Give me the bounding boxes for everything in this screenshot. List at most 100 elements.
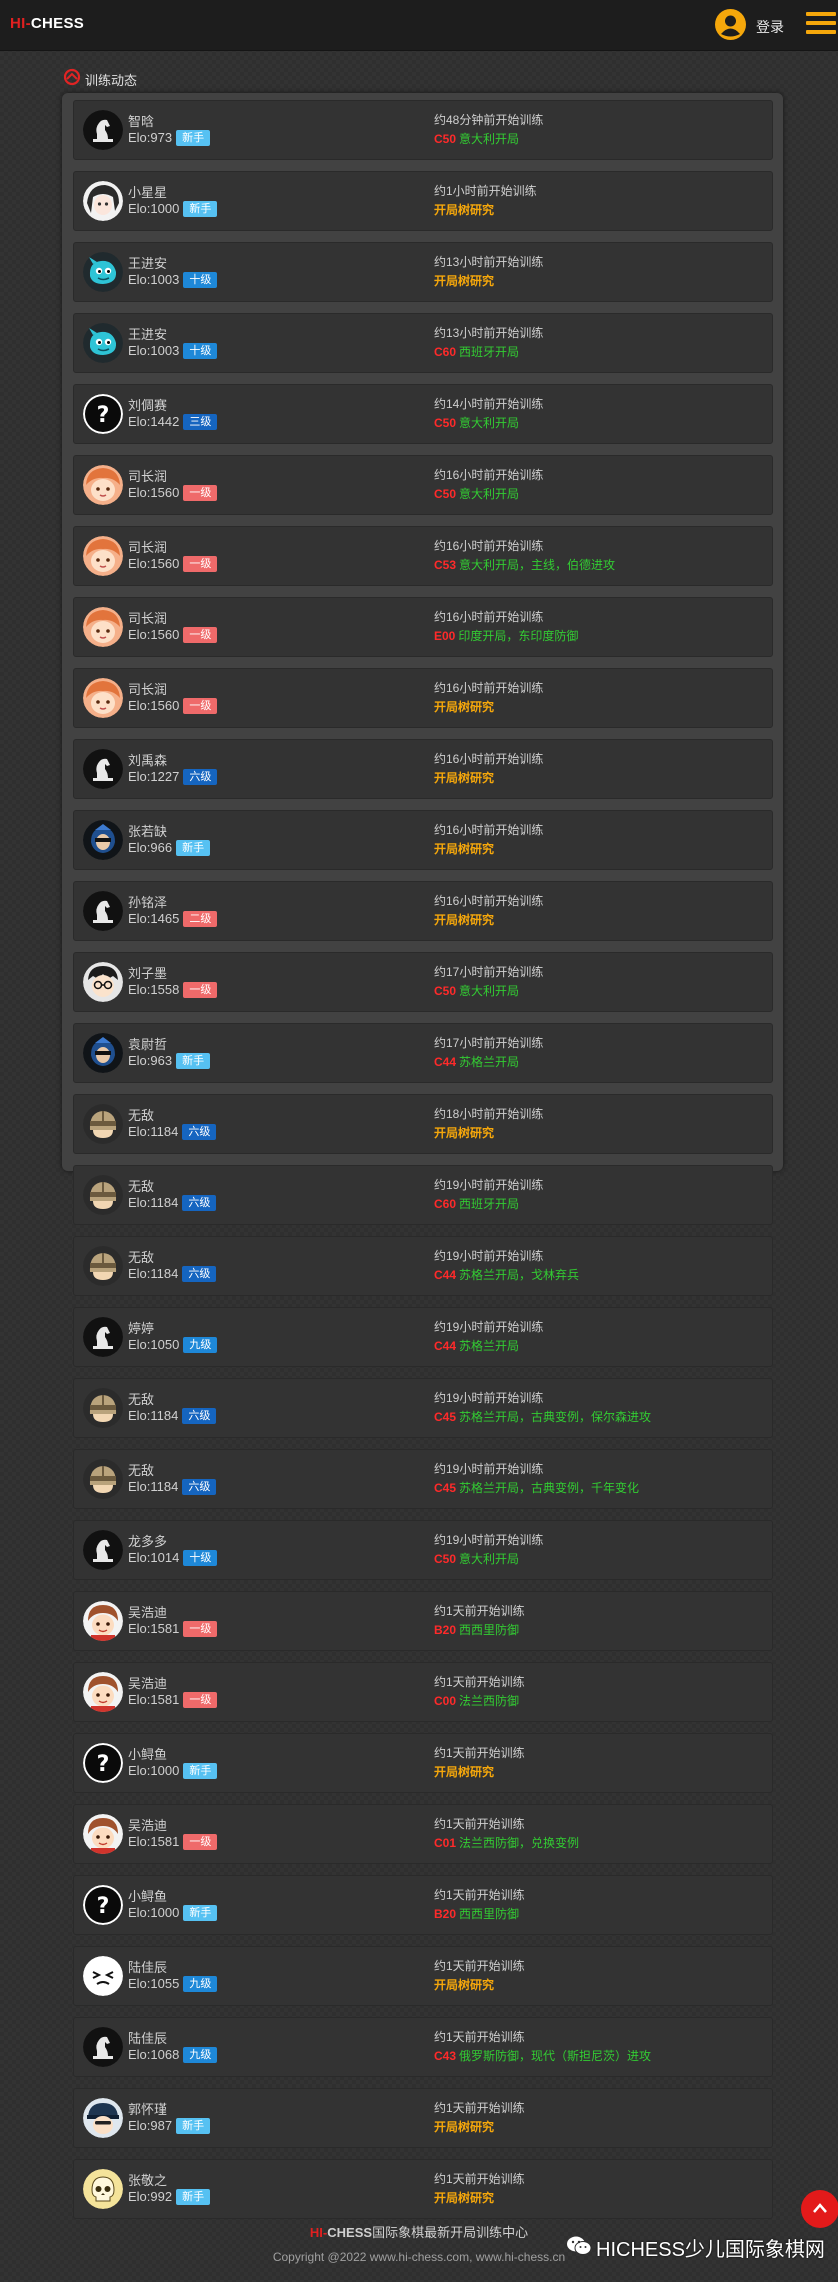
training-record-card[interactable]: 张若缺 Elo:966 新手 约16小时前开始训练 开局树研究 xyxy=(73,810,773,870)
avatar[interactable]: ? xyxy=(83,1743,123,1783)
player-name[interactable]: 陆佳辰 xyxy=(128,2028,167,2047)
hamburger-menu-icon[interactable] xyxy=(806,12,836,34)
training-record-card[interactable]: 张敬之 Elo:992 新手 约1天前开始训练 开局树研究 xyxy=(73,2159,773,2219)
player-name[interactable]: 无敌 xyxy=(128,1389,154,1408)
opening-info[interactable]: C44 苏格兰开局 xyxy=(434,1337,519,1354)
opening-info[interactable]: C01 法兰西防御，兑换变例 xyxy=(434,1834,579,1851)
player-name[interactable]: 无敌 xyxy=(128,1247,154,1266)
opening-info[interactable]: C45 苏格兰开局，古典变例，千年变化 xyxy=(434,1479,639,1496)
opening-info[interactable]: 开局树研究 xyxy=(434,1976,494,1993)
opening-info[interactable]: 开局树研究 xyxy=(434,1763,494,1780)
training-record-card[interactable]: 司长润 Elo:1560 一级 约16小时前开始训练 E00 印度开局，东印度防御 xyxy=(73,597,773,657)
opening-info[interactable]: C45 苏格兰开局，古典变例，保尔森进攻 xyxy=(434,1408,651,1425)
opening-info[interactable]: 开局树研究 xyxy=(434,201,494,218)
avatar[interactable] xyxy=(83,1530,123,1570)
player-name[interactable]: 刘禹森 xyxy=(128,750,167,769)
avatar[interactable] xyxy=(83,1175,123,1215)
training-record-card[interactable]: 陆佳辰 Elo:1068 九级 约1天前开始训练 C43 俄罗斯防御，现代（斯担尼茨）进攻 xyxy=(73,2017,773,2077)
player-name[interactable]: 张若缺 xyxy=(128,821,167,840)
player-name[interactable]: 刘倜赛 xyxy=(128,395,167,414)
opening-info[interactable]: 开局树研究 xyxy=(434,2118,494,2135)
opening-info[interactable]: 开局树研究 xyxy=(434,769,494,786)
player-name[interactable]: 小鲟鱼 xyxy=(128,1886,167,1905)
avatar[interactable] xyxy=(83,1388,123,1428)
player-name[interactable]: 司长润 xyxy=(128,608,167,627)
opening-info[interactable]: 开局树研究 xyxy=(434,2189,494,2206)
player-name[interactable]: 龙多多 xyxy=(128,1531,167,1550)
player-name[interactable]: 孙铭泽 xyxy=(128,892,167,911)
training-record-card[interactable]: 无敌 Elo:1184 六级 约19小时前开始训练 C44 苏格兰开局，戈林弃兵 xyxy=(73,1236,773,1296)
player-name[interactable]: 刘子墨 xyxy=(128,963,167,982)
avatar[interactable] xyxy=(83,1956,123,1996)
training-record-card[interactable]: 王进安 Elo:1003 十级 约13小时前开始训练 开局树研究 xyxy=(73,242,773,302)
opening-info[interactable]: C44 苏格兰开局 xyxy=(434,1053,519,1070)
user-icon[interactable] xyxy=(715,9,746,40)
player-name[interactable]: 小鲟鱼 xyxy=(128,1744,167,1763)
opening-info[interactable]: B20 西西里防御 xyxy=(434,1621,519,1638)
training-record-card[interactable]: 司长润 Elo:1560 一级 约16小时前开始训练 C50 意大利开局 xyxy=(73,455,773,515)
training-record-card[interactable]: 吴浩迪 Elo:1581 一级 约1天前开始训练 C01 法兰西防御，兑换变例 xyxy=(73,1804,773,1864)
player-name[interactable]: 智晗 xyxy=(128,111,154,130)
opening-info[interactable]: 开局树研究 xyxy=(434,840,494,857)
opening-info[interactable]: C50 意大利开局 xyxy=(434,1550,519,1567)
avatar[interactable] xyxy=(83,2027,123,2067)
avatar[interactable] xyxy=(83,323,123,363)
training-record-card[interactable]: 袁尉哲 Elo:963 新手 约17小时前开始训练 C44 苏格兰开局 xyxy=(73,1023,773,1083)
player-name[interactable]: 吴浩迪 xyxy=(128,1602,167,1621)
avatar[interactable] xyxy=(83,1459,123,1499)
training-record-card[interactable]: 司长润 Elo:1560 一级 约16小时前开始训练 开局树研究 xyxy=(73,668,773,728)
training-record-card[interactable]: 刘子墨 Elo:1558 一级 约17小时前开始训练 C50 意大利开局 xyxy=(73,952,773,1012)
avatar[interactable] xyxy=(83,1672,123,1712)
opening-info[interactable]: E00 印度开局，东印度防御 xyxy=(434,627,578,644)
training-record-card[interactable]: 刘禹森 Elo:1227 六级 约16小时前开始训练 开局树研究 xyxy=(73,739,773,799)
player-name[interactable]: 婷婷 xyxy=(128,1318,154,1337)
training-record-card[interactable]: 吴浩迪 Elo:1581 一级 约1天前开始训练 C00 法兰西防御 xyxy=(73,1662,773,1722)
avatar[interactable] xyxy=(83,678,123,718)
avatar[interactable] xyxy=(83,2169,123,2209)
training-record-card[interactable]: 龙多多 Elo:1014 十级 约19小时前开始训练 C50 意大利开局 xyxy=(73,1520,773,1580)
avatar[interactable] xyxy=(83,607,123,647)
opening-info[interactable]: C60 西班牙开局 xyxy=(434,343,519,360)
player-name[interactable]: 袁尉哲 xyxy=(128,1034,167,1053)
player-name[interactable]: 无敌 xyxy=(128,1176,154,1195)
opening-info[interactable]: C00 法兰西防御 xyxy=(434,1692,519,1709)
player-name[interactable]: 司长润 xyxy=(128,679,167,698)
opening-info[interactable]: C50 意大利开局 xyxy=(434,130,519,147)
opening-info[interactable]: C44 苏格兰开局，戈林弃兵 xyxy=(434,1266,579,1283)
training-record-card[interactable]: ? 小鲟鱼 Elo:1000 新手 约1天前开始训练 B20 西西里防御 xyxy=(73,1875,773,1935)
player-name[interactable]: 郭怀瑾 xyxy=(128,2099,167,2118)
training-record-card[interactable]: 无敌 Elo:1184 六级 约18小时前开始训练 开局树研究 xyxy=(73,1094,773,1154)
player-name[interactable]: 张敬之 xyxy=(128,2170,167,2189)
avatar[interactable] xyxy=(83,181,123,221)
training-record-card[interactable]: 无敌 Elo:1184 六级 约19小时前开始训练 C45 苏格兰开局，古典变例，千年变化 xyxy=(73,1449,773,1509)
training-record-card[interactable]: 司长润 Elo:1560 一级 约16小时前开始训练 C53 意大利开局，主线，伯德进攻 xyxy=(73,526,773,586)
avatar[interactable] xyxy=(83,1033,123,1073)
avatar[interactable]: ? xyxy=(83,394,123,434)
opening-info[interactable]: C60 西班牙开局 xyxy=(434,1195,519,1212)
opening-info[interactable]: C50 意大利开局 xyxy=(434,485,519,502)
opening-info[interactable]: C50 意大利开局 xyxy=(434,982,519,999)
player-name[interactable]: 王进安 xyxy=(128,324,167,343)
player-name[interactable]: 吴浩迪 xyxy=(128,1673,167,1692)
player-name[interactable]: 司长润 xyxy=(128,537,167,556)
training-record-card[interactable]: 小星星 Elo:1000 新手 约1小时前开始训练 开局树研究 xyxy=(73,171,773,231)
avatar[interactable] xyxy=(83,1317,123,1357)
training-record-card[interactable]: ? 刘倜赛 Elo:1442 三级 约14小时前开始训练 C50 意大利开局 xyxy=(73,384,773,444)
avatar[interactable] xyxy=(83,820,123,860)
player-name[interactable]: 王进安 xyxy=(128,253,167,272)
avatar[interactable] xyxy=(83,536,123,576)
player-name[interactable]: 司长润 xyxy=(128,466,167,485)
training-record-card[interactable]: 吴浩迪 Elo:1581 一级 约1天前开始训练 B20 西西里防御 xyxy=(73,1591,773,1651)
avatar[interactable] xyxy=(83,2098,123,2138)
opening-info[interactable]: C53 意大利开局，主线，伯德进攻 xyxy=(434,556,615,573)
avatar[interactable] xyxy=(83,749,123,789)
avatar[interactable] xyxy=(83,962,123,1002)
player-name[interactable]: 吴浩迪 xyxy=(128,1815,167,1834)
training-record-card[interactable]: 王进安 Elo:1003 十级 约13小时前开始训练 C60 西班牙开局 xyxy=(73,313,773,373)
avatar[interactable] xyxy=(83,891,123,931)
training-record-card[interactable]: 无敌 Elo:1184 六级 约19小时前开始训练 C45 苏格兰开局，古典变例，保尔森进… xyxy=(73,1378,773,1438)
login-link[interactable]: 登录 xyxy=(756,17,784,37)
training-record-card[interactable]: 智晗 Elo:973 新手 约48分钟前开始训练 C50 意大利开局 xyxy=(73,100,773,160)
avatar[interactable] xyxy=(83,465,123,505)
avatar[interactable] xyxy=(83,252,123,292)
